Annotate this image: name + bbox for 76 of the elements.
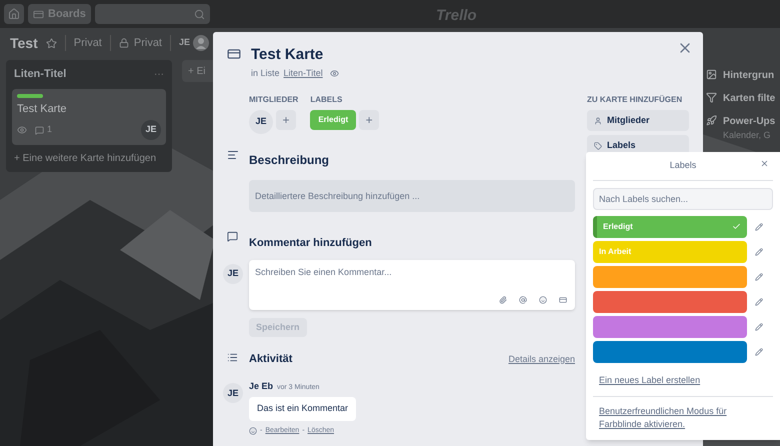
label-option[interactable] bbox=[593, 316, 747, 338]
emoji-icon[interactable] bbox=[539, 296, 547, 304]
edit-icon[interactable] bbox=[755, 272, 763, 280]
sidebar-heading: ZU KARTE HINZUFÜGEN bbox=[587, 94, 684, 106]
list-menu-button[interactable]: ··· bbox=[154, 66, 164, 82]
card-icon[interactable] bbox=[559, 296, 567, 304]
lock-icon bbox=[118, 38, 129, 48]
reaction-icon[interactable] bbox=[249, 426, 257, 435]
edit-icon[interactable] bbox=[755, 348, 763, 356]
board-menu-item[interactable]: Power-Ups Kalender, G bbox=[706, 114, 776, 142]
label-option[interactable] bbox=[593, 340, 747, 362]
avatar[interactable]: JE bbox=[141, 120, 161, 140]
tag-icon bbox=[594, 142, 602, 150]
board-icon bbox=[33, 8, 44, 20]
add-label-button[interactable]: + bbox=[359, 110, 380, 130]
avatar[interactable]: JE bbox=[249, 110, 273, 134]
edit-icon[interactable] bbox=[755, 322, 763, 330]
attachment-icon[interactable] bbox=[499, 296, 507, 304]
card-icon bbox=[227, 47, 241, 61]
person-icon bbox=[594, 116, 602, 124]
section-title: Aktivität bbox=[249, 352, 292, 367]
close-button[interactable] bbox=[760, 159, 769, 168]
list-reference: in Liste bbox=[251, 66, 280, 80]
avatar[interactable]: JE bbox=[223, 264, 243, 284]
list-link[interactable]: Liten-Titel bbox=[284, 66, 323, 80]
popover-title: Labels bbox=[670, 159, 696, 172]
description-icon bbox=[227, 149, 239, 161]
comment-field[interactable]: Schreiben Sie einen Kommentar... bbox=[249, 260, 575, 310]
comment-input[interactable]: Schreiben Sie einen Kommentar... bbox=[255, 266, 569, 280]
search-field[interactable]: Nach Labels suchen... bbox=[593, 188, 773, 210]
edit-icon[interactable] bbox=[755, 222, 763, 230]
comment-text: Das ist ein Kommentar bbox=[249, 397, 356, 420]
avatar[interactable] bbox=[193, 35, 210, 51]
board-menu-item[interactable]: Karten filte bbox=[706, 91, 776, 106]
visibility-button[interactable]: Privat bbox=[64, 34, 102, 52]
member-initials[interactable]: JE bbox=[179, 36, 190, 50]
colorblind-mode-link[interactable]: Benutzerfreundlichen Modus für Farbblinde aktivieren. bbox=[593, 405, 773, 431]
avatar[interactable]: JE bbox=[223, 383, 243, 404]
comment-icon bbox=[227, 231, 238, 242]
mention-icon[interactable] bbox=[519, 296, 527, 304]
author-name: Je Eb bbox=[249, 380, 274, 392]
add-card-link[interactable]: + Eine weitere Karte hinzufügen bbox=[12, 151, 166, 166]
description-field[interactable]: Detailliertere Beschreibung hinzufügen ... bbox=[249, 180, 575, 212]
label-chip[interactable]: Erledigt bbox=[310, 110, 356, 130]
check-icon bbox=[732, 222, 741, 231]
watch-icon bbox=[330, 68, 339, 78]
list-title[interactable]: Liten-Titel bbox=[14, 66, 66, 82]
search-icon bbox=[194, 8, 205, 20]
sidebar-button[interactable]: Mitglieder bbox=[587, 110, 689, 131]
edit-icon[interactable] bbox=[755, 298, 763, 306]
details-link[interactable]: Details anzeigen bbox=[508, 352, 575, 366]
home-button[interactable] bbox=[4, 4, 24, 24]
home-icon bbox=[8, 8, 20, 20]
add-member-button[interactable]: + bbox=[276, 110, 296, 130]
card-title: Test Karte bbox=[17, 102, 68, 116]
watch-icon bbox=[17, 125, 27, 135]
section-label: LABELS bbox=[310, 94, 344, 106]
search-field[interactable] bbox=[94, 4, 210, 24]
label-option[interactable]: Erledigt bbox=[593, 216, 747, 238]
team-button[interactable]: Privat bbox=[110, 34, 162, 52]
card[interactable]: Test Karte 1 JE bbox=[12, 88, 166, 145]
card-title[interactable]: Test Karte bbox=[251, 44, 339, 66]
activity-icon bbox=[227, 352, 238, 363]
board-title[interactable]: Test bbox=[10, 32, 38, 54]
board-menu-item[interactable]: Hintergrun bbox=[706, 68, 776, 83]
background-icon bbox=[706, 69, 717, 80]
filter-icon bbox=[706, 92, 717, 103]
powerups-icon bbox=[706, 115, 717, 126]
star-icon[interactable] bbox=[46, 38, 57, 48]
section-title: Kommentar hinzufügen bbox=[249, 237, 372, 249]
section-label: MITGLIEDER bbox=[249, 94, 298, 106]
section-title: Beschreibung bbox=[249, 153, 330, 167]
create-label-link[interactable]: Ein neues Label erstellen bbox=[593, 374, 773, 387]
comment-count: 1 bbox=[35, 123, 52, 137]
edit-icon[interactable] bbox=[755, 248, 763, 256]
label-option[interactable] bbox=[593, 290, 747, 312]
